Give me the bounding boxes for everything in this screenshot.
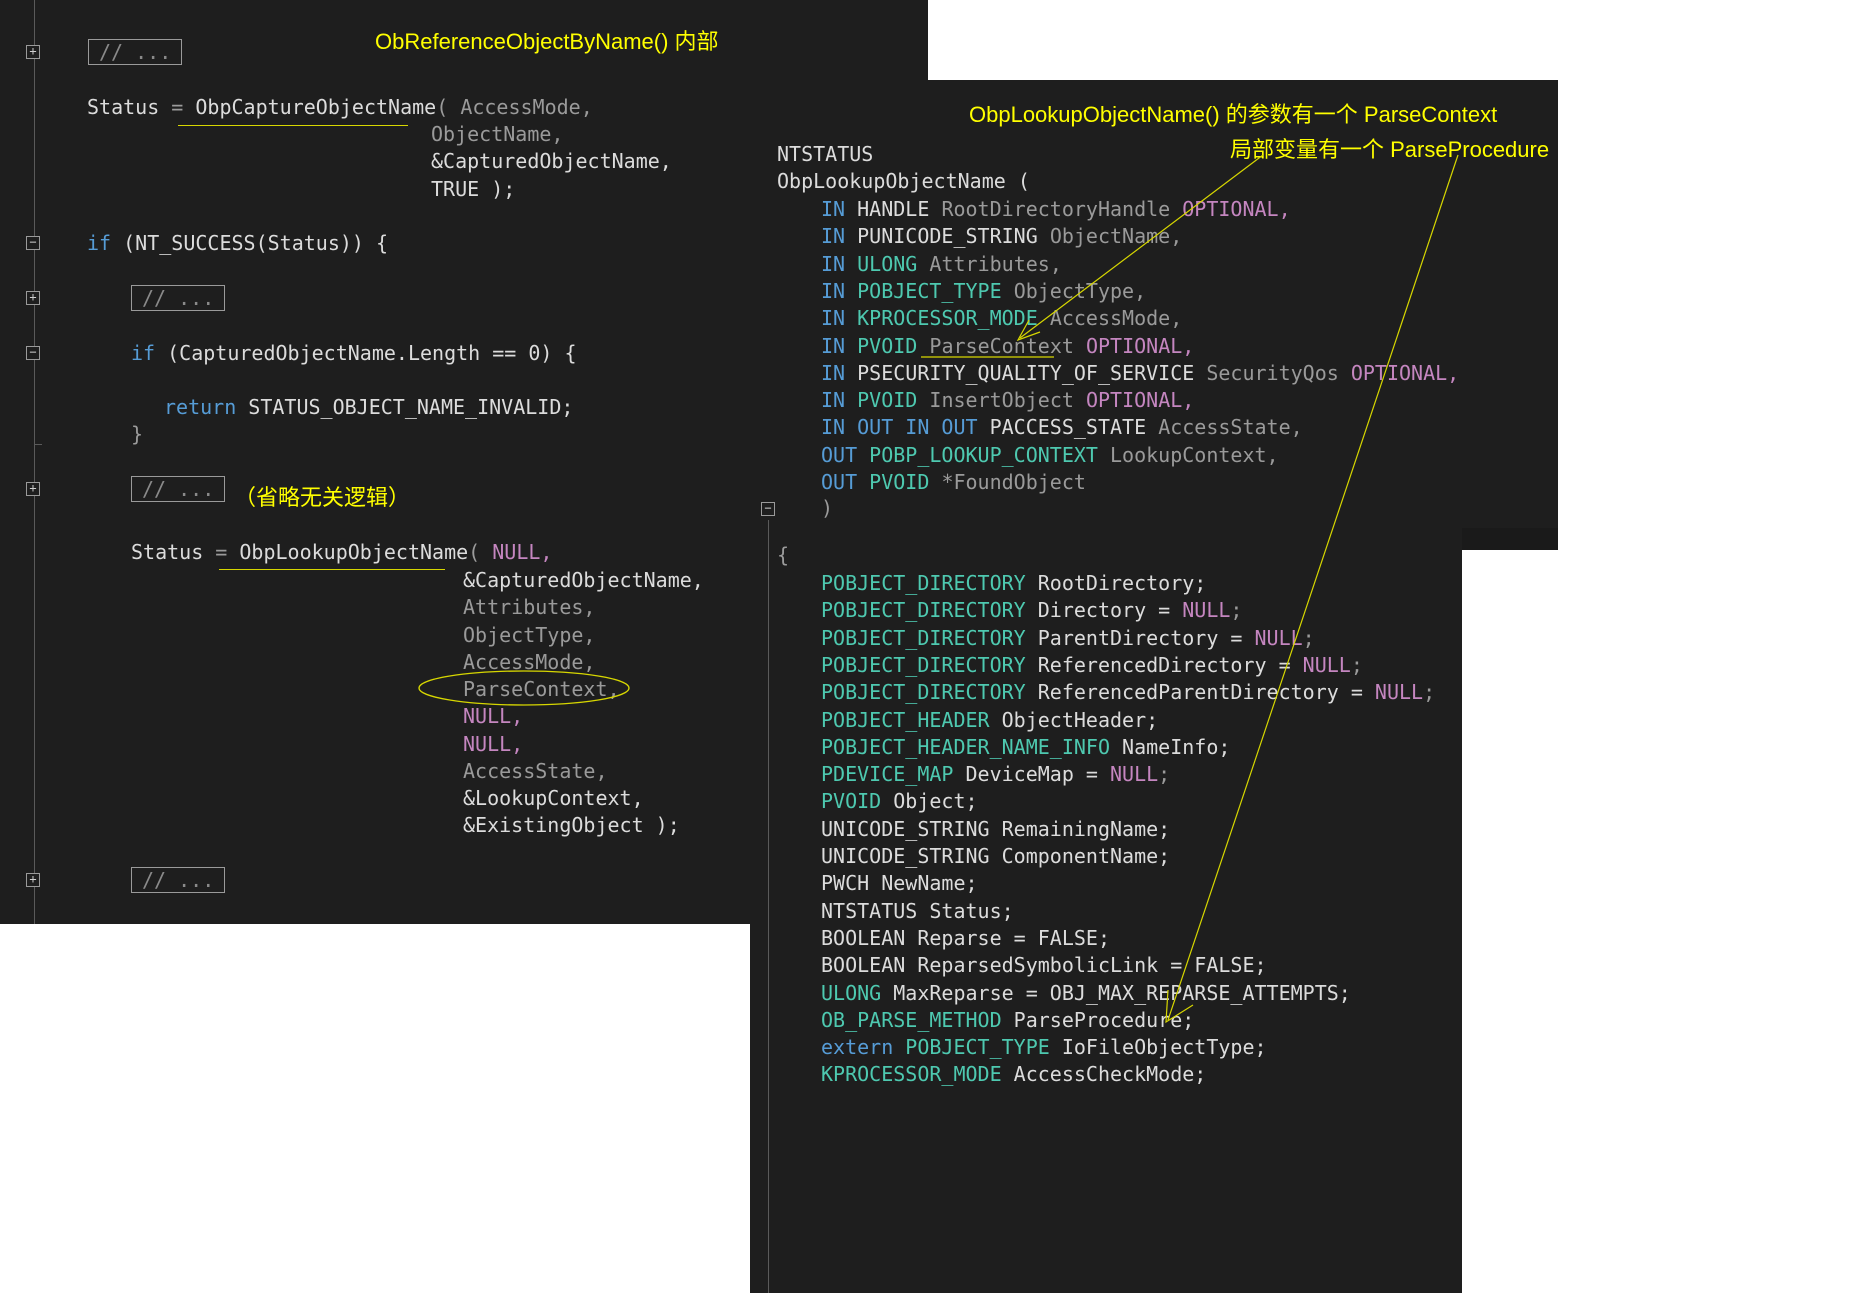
arrow-line	[1019, 154, 1264, 339]
highlight-ellipse	[418, 670, 630, 706]
arrow-head	[1165, 989, 1194, 1024]
arrow-line	[1167, 154, 1459, 1021]
annotation-overlay	[418, 154, 1459, 1024]
